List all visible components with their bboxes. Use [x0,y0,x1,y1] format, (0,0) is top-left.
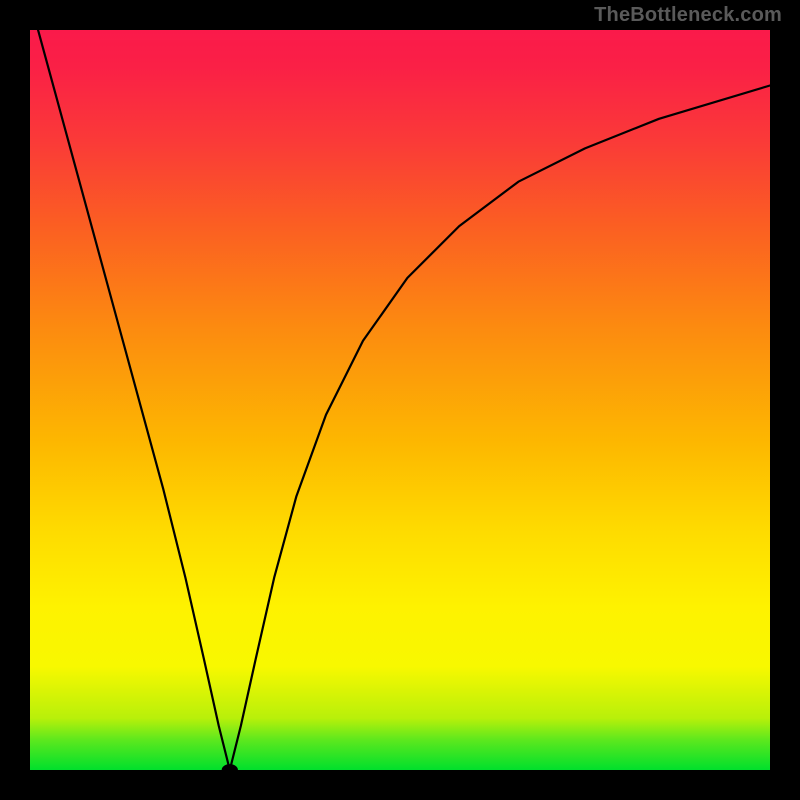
curve-svg [30,30,770,770]
chart-frame: TheBottleneck.com [0,0,800,800]
curve-left-path [30,0,230,770]
attribution-text: TheBottleneck.com [594,4,782,27]
minimum-marker [222,764,238,776]
curve-right-path [230,86,770,771]
plot-area [30,30,770,770]
